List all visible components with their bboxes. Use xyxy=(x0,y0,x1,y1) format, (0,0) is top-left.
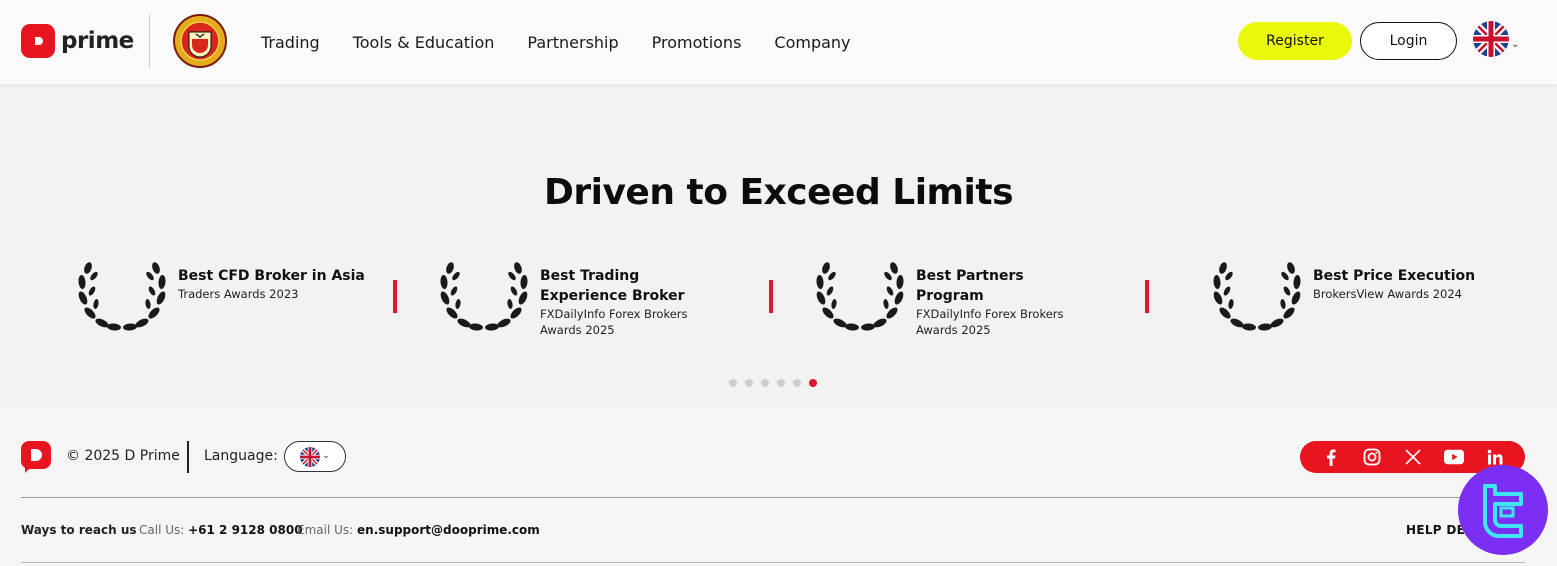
football-club-crest-icon xyxy=(173,14,227,68)
email-address[interactable]: en.support@dooprime.com xyxy=(357,523,540,537)
x-icon[interactable] xyxy=(1403,447,1423,467)
call-us: Call Us: +61 2 9128 0800 xyxy=(139,523,303,537)
language-switcher[interactable]: ⌄ xyxy=(1473,21,1519,57)
nav-company[interactable]: Company xyxy=(774,33,850,52)
facebook-icon[interactable] xyxy=(1321,447,1341,467)
award-subtitle: Traders Awards 2023 xyxy=(178,287,299,301)
award-item: Best Trading Experience Broker FXDailyIn… xyxy=(436,260,730,338)
award-title: Best Price Execution xyxy=(1313,268,1476,284)
page-title: Driven to Exceed Limits xyxy=(543,172,1014,213)
instagram-icon[interactable] xyxy=(1362,447,1382,467)
uk-flag-icon xyxy=(1473,21,1509,57)
carousel-dot[interactable] xyxy=(809,379,817,387)
award-subtitle: FXDailyInfo Forex Brokers Awards 2025 xyxy=(916,307,1064,337)
email-label: Email Us: xyxy=(297,523,354,537)
chevron-down-icon: ⌄ xyxy=(1511,38,1520,50)
carousel-pagination xyxy=(729,379,817,387)
chevron-down-icon: ⌄ xyxy=(322,450,330,461)
award-item: Best Partners Program FXDailyInfo Forex … xyxy=(812,260,1096,338)
brand-logo[interactable]: prime xyxy=(21,24,134,58)
laurel-wreath-icon xyxy=(816,262,904,331)
award-title: Best Trading Experience Broker xyxy=(540,268,685,304)
nav-tools-education[interactable]: Tools & Education xyxy=(353,33,495,52)
carousel-dot[interactable] xyxy=(729,379,737,387)
footer-divider xyxy=(187,441,189,473)
award-title: Best Partners Program xyxy=(916,268,1024,304)
award-item: Best CFD Broker in Asia Traders Awards 2… xyxy=(74,260,365,334)
d-prime-logo-icon xyxy=(21,24,55,58)
nav-promotions[interactable]: Promotions xyxy=(652,33,742,52)
contact-heading: Ways to reach us xyxy=(21,523,137,537)
footer-divider-line xyxy=(21,497,1525,498)
call-label: Call Us: xyxy=(139,523,185,537)
award-text: Best Trading Experience Broker FXDailyIn… xyxy=(540,266,730,338)
award-text: Best CFD Broker in Asia Traders Awards 2… xyxy=(178,266,365,334)
watermark-logo-icon xyxy=(1458,465,1548,555)
award-subtitle: FXDailyInfo Forex Brokers Awards 2025 xyxy=(540,307,688,337)
carousel-dot[interactable] xyxy=(793,379,801,387)
laurel-wreath-icon xyxy=(1213,262,1301,331)
brand-name: prime xyxy=(61,28,134,54)
carousel-dot[interactable] xyxy=(777,379,785,387)
main-nav: Trading Tools & Education Partnership Pr… xyxy=(261,0,851,84)
language-select[interactable]: ⌄ xyxy=(284,441,346,472)
youtube-icon[interactable] xyxy=(1443,447,1464,467)
award-title: Best CFD Broker in Asia xyxy=(178,268,365,284)
copyright-text: © 2025 D Prime xyxy=(66,448,180,464)
d-prime-logo-icon[interactable] xyxy=(21,441,51,473)
site-footer: © 2025 D Prime Language: ⌄ Ways to reach… xyxy=(0,408,1557,566)
register-button[interactable]: Register xyxy=(1238,22,1352,60)
nav-trading[interactable]: Trading xyxy=(261,33,320,52)
nav-partnership[interactable]: Partnership xyxy=(527,33,618,52)
award-item: Best Price Execution BrokersView Awards … xyxy=(1209,260,1475,334)
language-label: Language: xyxy=(204,448,278,464)
footer-bottom-line xyxy=(21,562,1525,563)
award-subtitle: BrokersView Awards 2024 xyxy=(1313,287,1462,301)
award-separator xyxy=(393,280,397,313)
linkedin-icon[interactable] xyxy=(1485,447,1505,467)
award-text: Best Price Execution BrokersView Awards … xyxy=(1313,266,1475,334)
email-us: Email Us: en.support@dooprime.com xyxy=(297,523,540,537)
award-separator xyxy=(1145,280,1149,313)
phone-number[interactable]: +61 2 9128 0800 xyxy=(188,523,302,537)
award-text: Best Partners Program FXDailyInfo Forex … xyxy=(916,266,1096,338)
login-button[interactable]: Login xyxy=(1360,22,1457,60)
laurel-wreath-icon xyxy=(78,262,166,331)
award-separator xyxy=(769,280,773,313)
header-divider xyxy=(149,14,150,68)
carousel-dot[interactable] xyxy=(745,379,753,387)
laurel-wreath-icon xyxy=(440,262,528,331)
uk-flag-icon xyxy=(300,446,321,467)
site-header: prime Trading Tools & Education Partners… xyxy=(0,0,1557,84)
carousel-dot[interactable] xyxy=(761,379,769,387)
